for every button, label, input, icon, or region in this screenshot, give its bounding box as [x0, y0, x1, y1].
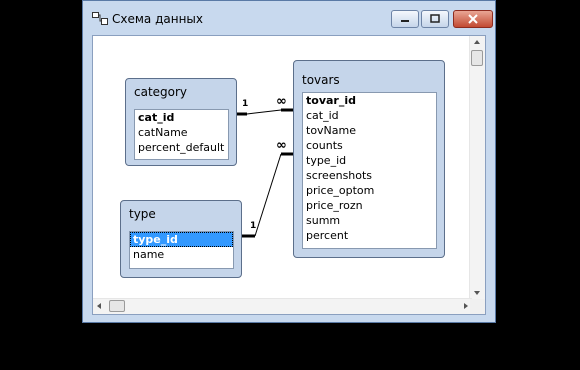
relationship-category-tovars[interactable]: [235, 108, 294, 116]
field-item[interactable]: percent_default: [135, 140, 228, 155]
table-title: category: [134, 85, 188, 99]
field-item[interactable]: tovName: [303, 123, 436, 138]
relation-many-label: ∞: [276, 138, 287, 153]
field-item[interactable]: price_rozn: [303, 198, 436, 213]
field-item[interactable]: summ: [303, 213, 436, 228]
relation-one-label: 1: [250, 221, 257, 231]
field-item[interactable]: name: [130, 247, 233, 262]
field-item[interactable]: cat_id: [135, 110, 228, 125]
minimize-icon: [401, 20, 409, 22]
table-type[interactable]: type type_id name: [120, 200, 242, 278]
title-bar[interactable]: Схема данных: [83, 1, 495, 35]
scrollbar-corner: [470, 299, 485, 314]
scroll-left-icon[interactable]: [97, 303, 101, 309]
field-item[interactable]: catName: [135, 125, 228, 140]
field-list[interactable]: cat_id catName percent_default: [134, 109, 229, 160]
diagram-canvas[interactable]: 1 ∞ 1 ∞ category cat_id catName percent_…: [92, 35, 486, 315]
table-category[interactable]: category cat_id catName percent_default: [125, 78, 237, 166]
field-item-selected[interactable]: type_id: [130, 232, 233, 247]
horizontal-scrollbar[interactable]: [93, 298, 472, 314]
field-list[interactable]: type_id name: [129, 231, 234, 269]
field-item[interactable]: percent: [303, 228, 436, 243]
table-title: tovars: [302, 73, 340, 87]
scroll-down-icon[interactable]: [474, 291, 480, 295]
relationship-type-tovars[interactable]: [241, 152, 294, 238]
window-title: Схема данных: [112, 12, 204, 26]
vertical-scroll-thumb[interactable]: [471, 50, 483, 66]
field-item[interactable]: cat_id: [303, 108, 436, 123]
maximize-button[interactable]: [421, 10, 449, 28]
restore-icon: [430, 14, 440, 23]
table-tovars[interactable]: tovars tovar_id cat_id tovName counts ty…: [293, 60, 445, 258]
relation-many-label: ∞: [276, 94, 287, 109]
field-item[interactable]: tovar_id: [303, 93, 436, 108]
close-button[interactable]: [453, 10, 493, 28]
scroll-right-icon[interactable]: [464, 303, 468, 309]
close-icon: [468, 14, 478, 24]
field-item[interactable]: type_id: [303, 153, 436, 168]
vertical-scrollbar[interactable]: [469, 36, 485, 299]
field-item[interactable]: screenshots: [303, 168, 436, 183]
relationships-window: Схема данных 1 ∞ 1 ∞ category cat_id cat…: [82, 0, 496, 323]
horizontal-scroll-thumb[interactable]: [109, 300, 125, 312]
field-item[interactable]: counts: [303, 138, 436, 153]
table-title: type: [129, 207, 156, 221]
relation-one-label: 1: [242, 99, 249, 109]
field-item[interactable]: price_optom: [303, 183, 436, 198]
scroll-up-icon[interactable]: [474, 40, 480, 44]
relationships-icon: [92, 12, 108, 25]
field-list[interactable]: tovar_id cat_id tovName counts type_id s…: [302, 92, 437, 249]
minimize-button[interactable]: [391, 10, 419, 28]
